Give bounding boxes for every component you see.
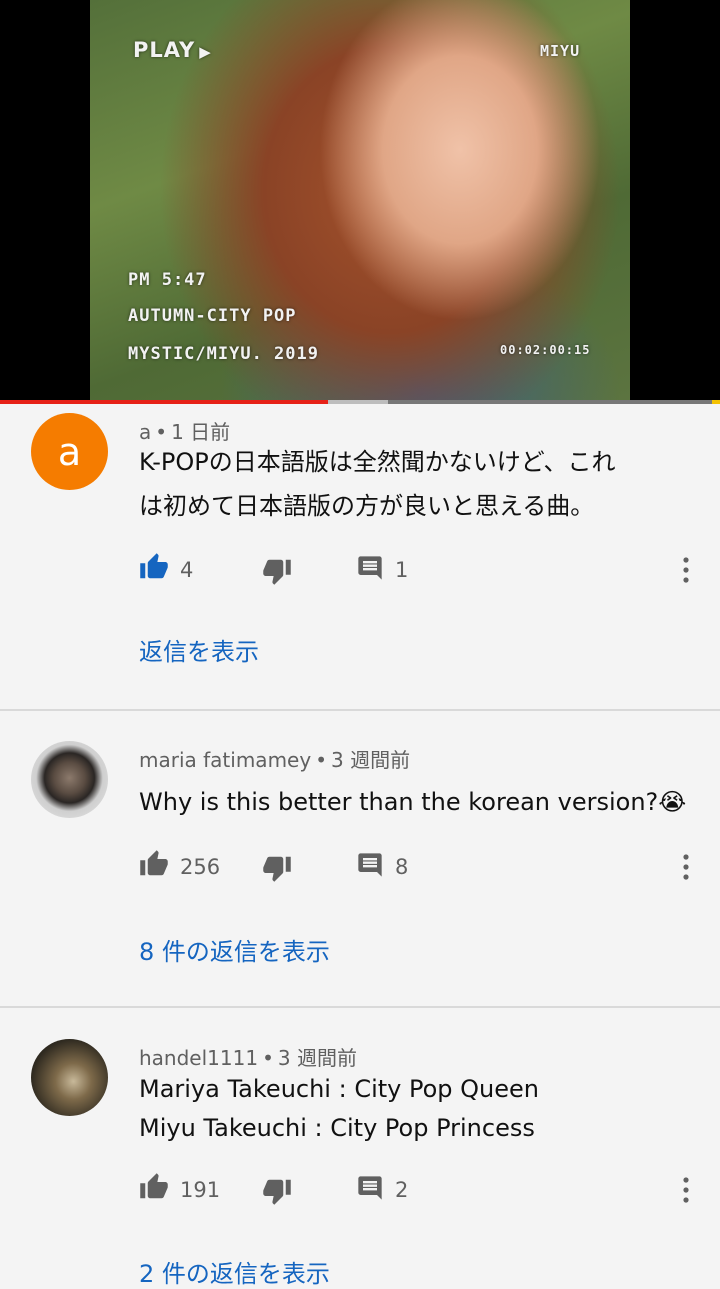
comment-actions: 191 2	[0, 1172, 720, 1212]
divider	[0, 1006, 720, 1008]
show-replies-link[interactable]: 2 件の返信を表示	[139, 1254, 330, 1289]
osd-title: AUTUMN-CITY POP	[128, 306, 297, 326]
reply-count: 8	[395, 855, 409, 879]
comment-item: a a • 1 日前 K-POPの日本語版は全然聞かないけど、これ は初めて日本語版…	[0, 404, 720, 710]
osd-timecode: 00:02:00:15	[500, 343, 591, 357]
comment-line: は初めて日本語版の方が良いと思える曲。	[139, 492, 595, 520]
more-vert-icon[interactable]	[675, 1174, 697, 1208]
divider	[0, 709, 720, 711]
avatar[interactable]	[31, 1039, 108, 1116]
like-count: 191	[180, 1178, 221, 1202]
comment-meta: maria fatimamey • 3 週間前	[139, 744, 410, 773]
osd-play-label: PLAY ▶	[133, 38, 212, 62]
comment-meta: handel1111 • 3 週間前	[139, 1042, 357, 1071]
thumb-down-icon[interactable]	[262, 853, 292, 887]
comment-line: Why is this better than the korean versi…	[139, 788, 687, 816]
play-triangle-icon: ▶	[199, 43, 212, 61]
show-replies-link[interactable]: 返信を表示	[139, 632, 259, 667]
osd-credit: MYSTIC/MIYU. 2019	[128, 344, 319, 364]
avatar[interactable]	[31, 741, 108, 818]
meta-separator: •	[262, 1046, 274, 1070]
comment-line: K-POPの日本語版は全然聞かないけど、これ	[139, 448, 616, 476]
comment-author[interactable]: handel1111	[139, 1046, 258, 1070]
thumb-down-icon[interactable]	[262, 1176, 292, 1210]
reply-icon[interactable]	[356, 1174, 384, 1206]
like-count: 4	[180, 558, 194, 582]
meta-separator: •	[315, 748, 327, 772]
osd-time: PM 5:47	[128, 270, 207, 290]
comment-author[interactable]: maria fatimamey	[139, 748, 311, 772]
comment-actions: 4 1	[0, 552, 720, 592]
comment-text: Mariya Takeuchi : City Pop Queen Miyu Ta…	[139, 1070, 689, 1148]
more-vert-icon[interactable]	[675, 554, 697, 588]
comment-line: Miyu Takeuchi : City Pop Princess	[139, 1114, 535, 1142]
reply-count: 1	[395, 558, 409, 582]
video-player[interactable]: PLAY ▶ MIYU PM 5:47 AUTUMN-CITY POP MYSTI…	[0, 0, 720, 402]
comment-text: K-POPの日本語版は全然聞かないけど、これ は初めて日本語版の方が良いと思える…	[139, 440, 689, 528]
reply-icon[interactable]	[356, 554, 384, 586]
avatar[interactable]: a	[31, 413, 108, 490]
thumb-up-icon[interactable]	[139, 552, 169, 586]
osd-channel-tag: MIYU	[540, 42, 581, 60]
comment-text: Why is this better than the korean versi…	[139, 780, 689, 824]
more-vert-icon[interactable]	[675, 851, 697, 885]
comment-time: 3 週間前	[330, 748, 411, 772]
show-replies-link[interactable]: 8 件の返信を表示	[139, 932, 330, 967]
comment-line: Mariya Takeuchi : City Pop Queen	[139, 1075, 539, 1103]
like-count: 256	[180, 855, 221, 879]
comment-actions: 256 8	[0, 849, 720, 889]
comment-time: 3 週間前	[277, 1046, 357, 1070]
thumb-up-icon[interactable]	[139, 849, 169, 883]
thumb-down-icon[interactable]	[262, 556, 292, 590]
reply-count: 2	[395, 1178, 409, 1202]
comment-item: handel1111 • 3 週間前 Mariya Takeuchi : City …	[0, 1030, 720, 1288]
thumb-up-icon[interactable]	[139, 1172, 169, 1206]
reply-icon[interactable]	[356, 851, 384, 883]
comment-item: maria fatimamey • 3 週間前 Why is this better…	[0, 732, 720, 1008]
